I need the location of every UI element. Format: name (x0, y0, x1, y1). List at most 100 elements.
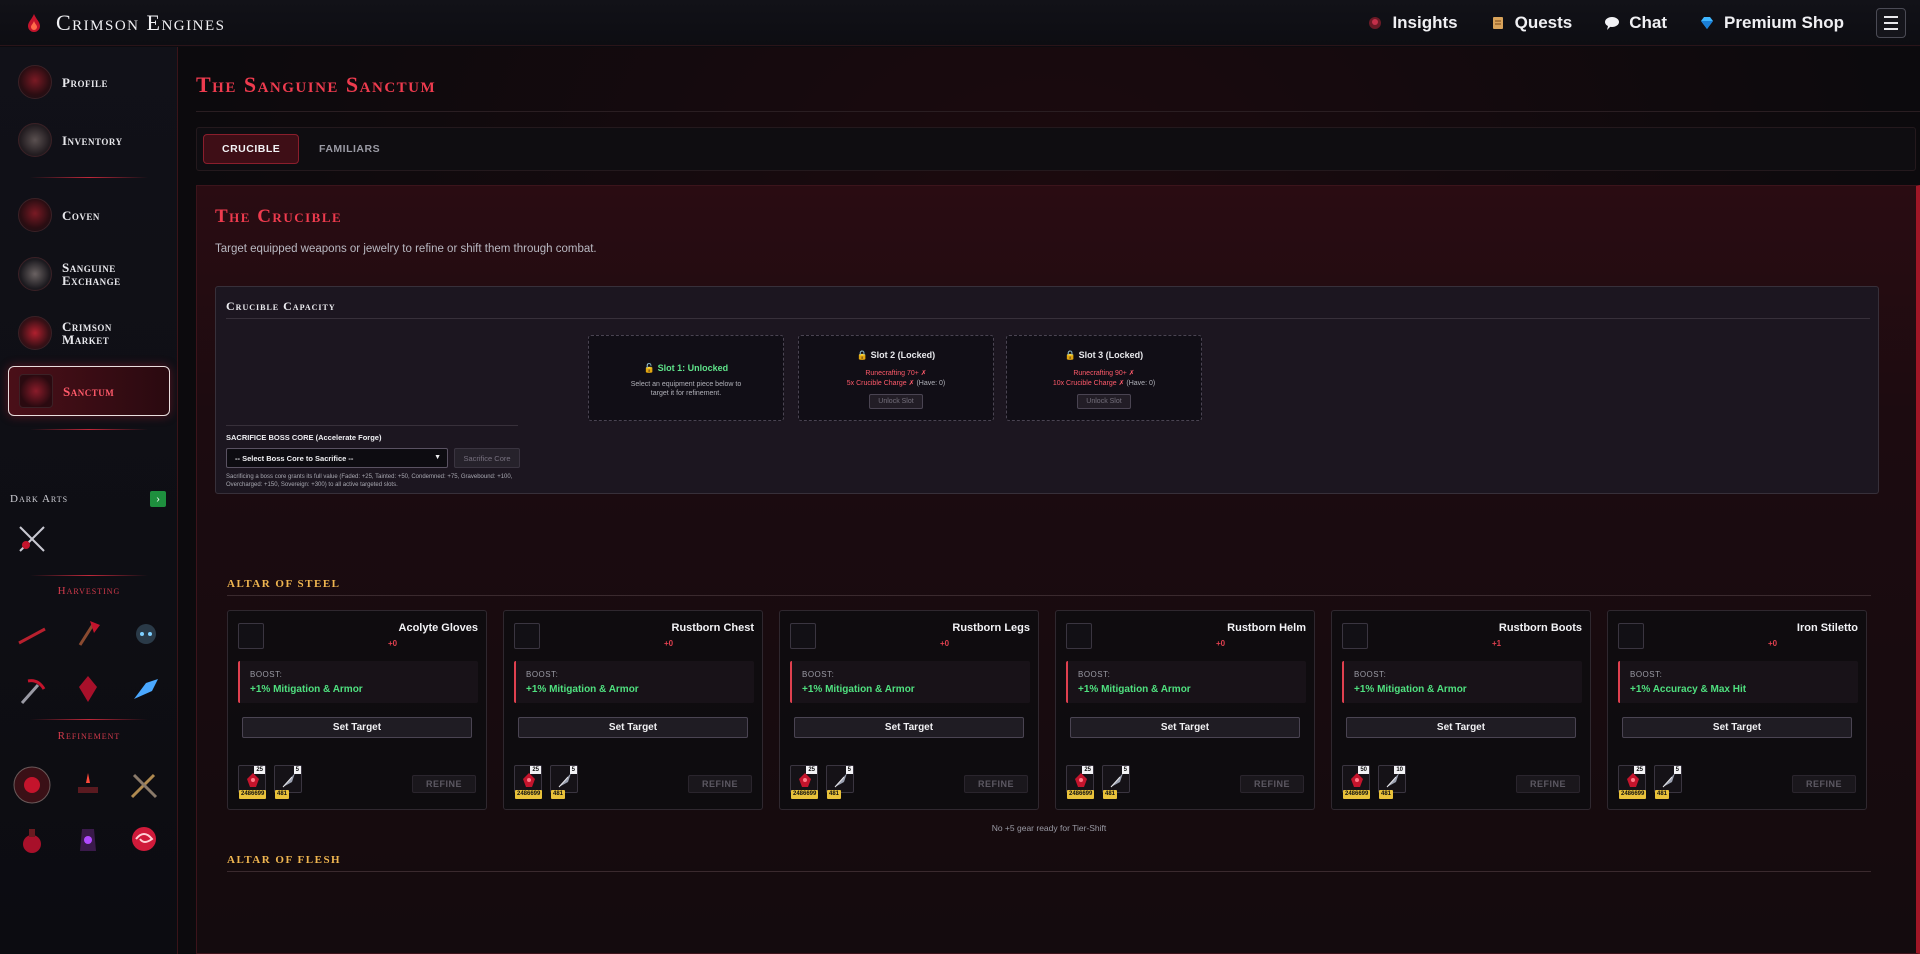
gloves-icon (238, 623, 264, 649)
scroll-icon (1492, 17, 1503, 29)
equipment-card: Rustborn Boots +1 BOOST: +1% Mitigation … (1331, 610, 1591, 810)
sidebar-item-label: Sanctum (63, 383, 115, 399)
refine-button[interactable]: REFINE (1792, 775, 1856, 793)
altar-of-flesh-empty: No +5 gear ready for Tier-Shift (991, 823, 1107, 833)
title-divider (196, 111, 1920, 112)
material-stock: 2486699 (1343, 790, 1371, 799)
sidebar-item-label: Sanguine Exchange (62, 260, 121, 288)
slot-1-desc: Select an equipment piece below to targe… (630, 381, 742, 397)
dark-arts-heading: Dark Arts (10, 493, 69, 505)
dark-arts-expand-button[interactable]: › (150, 491, 166, 507)
altar-of-steel-title: ALTAR OF STEEL (227, 578, 341, 590)
equipment-name: Rustborn Boots (1498, 622, 1582, 634)
slot-3-unlock-button[interactable]: Unlock Slot (1077, 394, 1131, 409)
sidebar-item-sanguine-exchange[interactable]: Sanguine Exchange (8, 249, 170, 299)
equipment-name: Acolyte Gloves (398, 622, 478, 634)
nav-chat[interactable]: Chat (1604, 13, 1667, 33)
material-cost: 5 (1121, 766, 1129, 774)
slot-3-have: (Have: 0) (1126, 380, 1156, 387)
diamond-icon (1701, 17, 1714, 29)
material-stock: 2486699 (515, 790, 543, 799)
equipment-name: Rustborn Legs (952, 622, 1030, 634)
refine-button[interactable]: REFINE (1516, 775, 1580, 793)
refinement-heading: Refinement (57, 730, 121, 742)
boost-box: BOOST: +1% Mitigation & Armor (1066, 661, 1306, 703)
crucible-slot-1[interactable]: 🔓 Slot 1: Unlocked Select an equipment p… (588, 335, 784, 421)
leg-armor-icon (790, 623, 816, 649)
sidebar-item-crimson-market[interactable]: Crimson Market (8, 308, 170, 358)
crimson-swirl-icon[interactable] (128, 823, 160, 855)
set-target-button[interactable]: Set Target (242, 717, 472, 738)
anvil-spark-icon[interactable] (72, 769, 104, 801)
refine-button[interactable]: REFINE (412, 775, 476, 793)
sacrifice-divider (226, 425, 518, 426)
chat-bubble-icon (1605, 17, 1620, 30)
nav-chat-label: Chat (1629, 13, 1668, 32)
boss-core-select[interactable]: -- Select Boss Core to Sacrifice -- ▼ (226, 448, 448, 468)
equipment-name: Iron Stiletto (1796, 622, 1858, 634)
violet-lantern-icon[interactable] (72, 823, 104, 855)
sacrifice-core-button[interactable]: Sacrifice Core (454, 448, 520, 468)
pickaxe-icon[interactable] (16, 675, 48, 707)
sidebar-item-coven[interactable]: Coven (8, 190, 170, 240)
nav-premium-shop[interactable]: Premium Shop (1699, 13, 1844, 33)
market-icon (18, 316, 52, 350)
sidebar-divider (30, 719, 148, 720)
slot-3-requirement-charge: 10x Crucible Charge ✗ (Have: 0) (1007, 379, 1201, 389)
nav-quests[interactable]: Quests (1490, 13, 1573, 33)
sacrifice-title: SACRIFICE BOSS CORE (Accelerate Forge) (226, 433, 382, 442)
harvesting-heading: Harvesting (57, 585, 121, 597)
slot-2-charge-text: 5x Crucible Charge ✗ (846, 380, 915, 387)
slot-2-requirement-charge: 5x Crucible Charge ✗ (Have: 0) (799, 379, 993, 389)
coven-sigil-icon (18, 198, 52, 232)
equipment-level: +0 (664, 639, 674, 648)
equipment-card: Rustborn Chest +0 BOOST: +1% Mitigation … (503, 610, 763, 810)
crossed-hammers-icon[interactable] (128, 769, 160, 801)
rifle-icon[interactable] (16, 619, 48, 651)
boost-value: +1% Mitigation & Armor (1354, 684, 1467, 695)
sidebar-item-sanctum[interactable]: Sanctum (8, 366, 170, 416)
boost-label: BOOST: (250, 670, 283, 679)
set-target-button[interactable]: Set Target (1622, 717, 1852, 738)
tab-crucible[interactable]: CRUCIBLE (203, 134, 300, 164)
page-title: The Sanguine Sanctum (196, 72, 437, 97)
blood-flask-icon[interactable] (16, 825, 48, 857)
nav-quests-label: Quests (1514, 13, 1573, 32)
brand[interactable]: Crimson Engines (0, 10, 225, 36)
set-target-button[interactable]: Set Target (1070, 717, 1300, 738)
set-target-button[interactable]: Set Target (794, 717, 1024, 738)
refine-button[interactable]: REFINE (1240, 775, 1304, 793)
nav-insights[interactable]: Insights (1367, 13, 1458, 33)
boots-icon (1342, 623, 1368, 649)
boost-label: BOOST: (1078, 670, 1111, 679)
hamburger-menu-button[interactable] (1876, 8, 1906, 38)
dagger-icon (1618, 623, 1644, 649)
tab-familiars[interactable]: FAMILIARS (301, 134, 398, 164)
slot-2-unlock-button[interactable]: Unlock Slot (869, 394, 923, 409)
set-target-button[interactable]: Set Target (1346, 717, 1576, 738)
refine-button[interactable]: REFINE (964, 775, 1028, 793)
crucible-title: The Crucible (215, 206, 343, 227)
altar-of-steel-divider (227, 595, 1871, 596)
boost-box: BOOST: +1% Accuracy & Max Hit (1618, 661, 1858, 703)
sidebar-item-inventory[interactable]: Inventory (8, 115, 170, 165)
set-target-button[interactable]: Set Target (518, 717, 748, 738)
equipment-name: Rustborn Helm (1227, 622, 1306, 634)
axe-icon[interactable] (72, 617, 104, 649)
crossed-blades-icon[interactable] (16, 523, 48, 555)
refine-button[interactable]: REFINE (688, 775, 752, 793)
blood-ore-material: 25 2486699 (238, 765, 267, 799)
material-cost: 5 (845, 766, 853, 774)
skull-helm-icon[interactable] (130, 619, 162, 651)
top-bar: Crimson Engines Insights Quests Chat Pre… (0, 0, 1920, 46)
forge-wheel-icon[interactable] (12, 765, 52, 805)
ice-claw-icon[interactable] (130, 673, 162, 705)
nav-premium-shop-label: Premium Shop (1724, 13, 1844, 32)
blood-ore-material: 25 2486699 (514, 765, 543, 799)
sidebar-item-profile[interactable]: Profile (8, 57, 170, 107)
slot-3-charge-text: 10x Crucible Charge ✗ (1052, 380, 1125, 387)
chest-armor-icon (514, 623, 540, 649)
crimson-shard-icon[interactable] (72, 673, 104, 705)
blood-ore-material: 50 2486699 (1342, 765, 1371, 799)
scales-icon (18, 257, 52, 291)
